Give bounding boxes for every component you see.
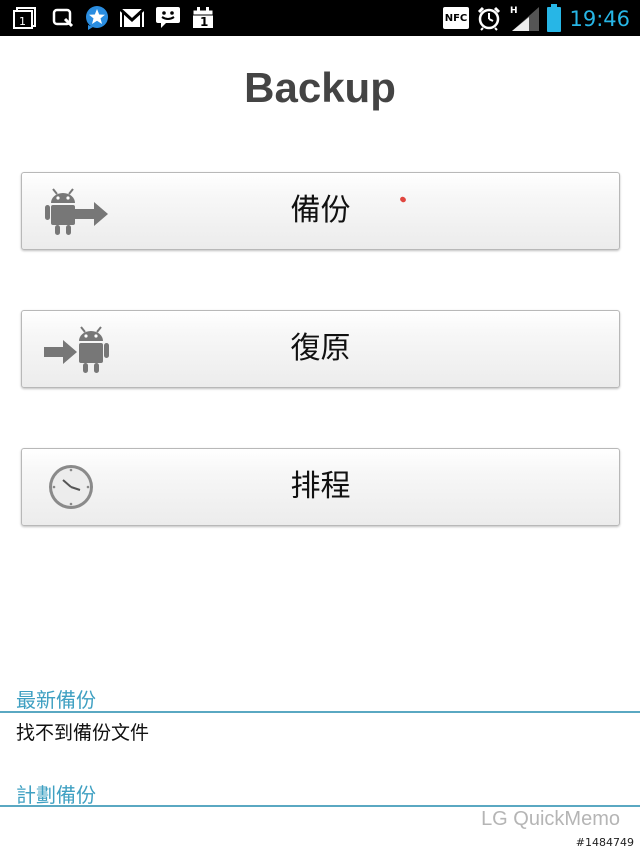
quickmemo-watermark: LG QuickMemo [481, 808, 620, 830]
svg-text:H: H [510, 6, 518, 16]
post-id: #1484749 [575, 836, 634, 849]
signal-strength-icon: H [508, 6, 540, 31]
backup-button-label: 備份 [290, 193, 351, 228]
calendar-icon: 1 [190, 6, 216, 30]
latest-backup-value: 找不到備份文件 [16, 722, 150, 744]
scheduled-backup-header: 計劃備份 [16, 783, 96, 807]
section-divider [0, 711, 640, 713]
restore-button-label: 復原 [290, 331, 351, 366]
battery-icon [546, 4, 562, 32]
page-title: Backup [244, 64, 396, 111]
section-divider [0, 805, 640, 807]
backup-button[interactable]: 備份 [21, 172, 620, 250]
star-app-icon [84, 6, 110, 30]
svg-text:1: 1 [19, 15, 26, 28]
status-bar: 1 1 NFC H 19:46 [0, 0, 640, 36]
svg-text:1: 1 [200, 15, 208, 29]
nfc-label: NFC [443, 7, 469, 29]
search-icon [50, 6, 76, 30]
schedule-button-label: 排程 [290, 469, 351, 504]
calendar-icon: 1 [12, 6, 38, 30]
chat-icon [154, 6, 182, 30]
latest-backup-header: 最新備份 [16, 688, 96, 712]
gmail-icon [118, 6, 146, 30]
schedule-button[interactable]: 排程 [21, 448, 620, 526]
nfc-icon: NFC [442, 6, 470, 30]
restore-button[interactable]: 復原 [21, 310, 620, 388]
clock-time: 19:46 [569, 7, 630, 31]
alarm-clock-icon [476, 6, 502, 31]
